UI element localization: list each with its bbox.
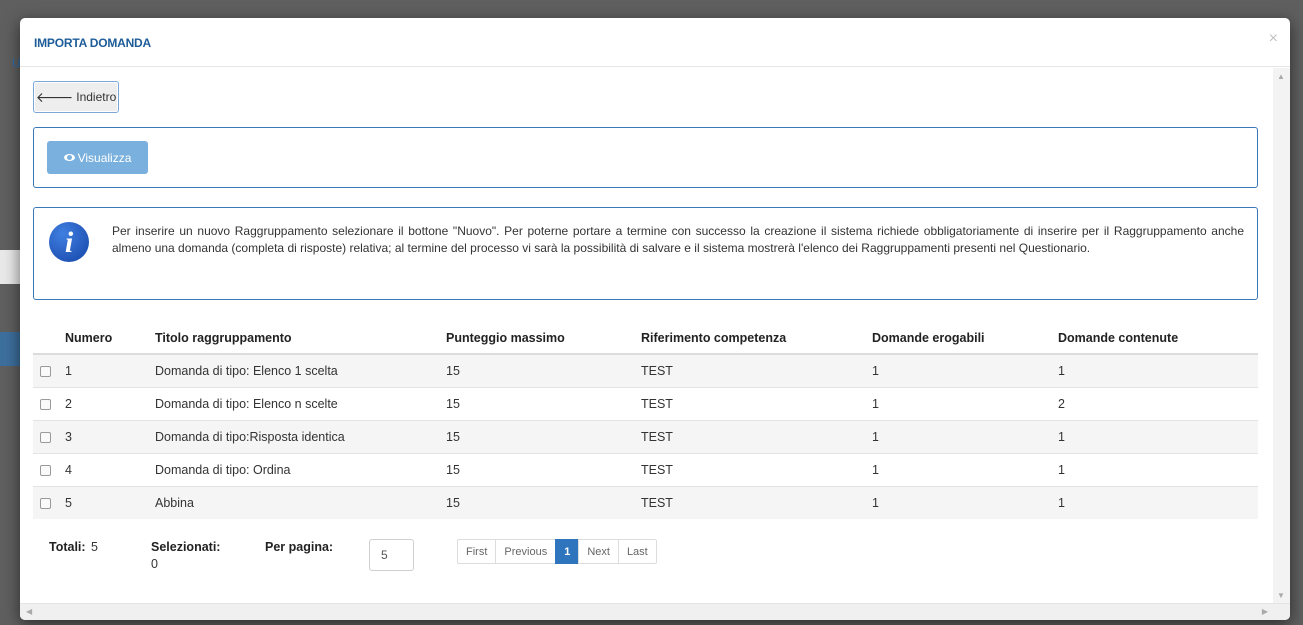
table-header-row: Numero Titolo raggruppamento Punteggio m… — [33, 323, 1258, 355]
select-column-header — [33, 323, 65, 355]
row-checkbox[interactable] — [40, 497, 51, 509]
scroll-left-icon[interactable]: ◀ — [26, 607, 32, 616]
table-row[interactable]: 1 Domanda di tipo: Elenco 1 scelta 15 TE… — [33, 353, 1258, 387]
table-footer: Totali: 5 Selezionati: 0 Per pagina: 5 F… — [20, 535, 1290, 595]
cell-punteggio: 15 — [446, 485, 641, 519]
pagination: First Previous 1 Next Last — [457, 539, 657, 564]
cell-punteggio: 15 — [446, 353, 641, 387]
cell-contenute: 1 — [1058, 452, 1258, 486]
cell-punteggio: 15 — [446, 419, 641, 453]
background-row — [0, 332, 20, 366]
column-header-punteggio[interactable]: Punteggio massimo — [446, 323, 641, 355]
cell-titolo: Domanda di tipo: Ordina — [155, 452, 446, 486]
row-checkbox-cell — [33, 485, 65, 519]
vertical-scrollbar[interactable]: ▲ ▼ — [1273, 68, 1290, 604]
per-page-input[interactable]: 5 — [369, 539, 414, 571]
pager-last[interactable]: Last — [617, 539, 657, 564]
info-icon-glyph: i — [64, 226, 74, 259]
cell-contenute: 1 — [1058, 353, 1258, 387]
horizontal-scrollbar[interactable]: ◀ ▶ — [20, 603, 1290, 620]
row-checkbox-cell — [33, 386, 65, 420]
cell-riferimento: TEST — [641, 452, 872, 486]
cell-titolo: Domanda di tipo:Risposta identica — [155, 419, 446, 453]
cell-titolo: Abbina — [155, 485, 446, 519]
close-icon[interactable]: × — [1269, 31, 1278, 47]
cell-numero: 2 — [65, 386, 155, 420]
pager-page-current[interactable]: 1 — [555, 539, 580, 564]
cell-titolo: Domanda di tipo: Elenco 1 scelta — [155, 353, 446, 387]
cell-contenute: 1 — [1058, 485, 1258, 519]
row-checkbox[interactable] — [40, 365, 51, 377]
cell-titolo: Domanda di tipo: Elenco n scelte — [155, 386, 446, 420]
actions-panel: Visualizza — [33, 127, 1258, 188]
cell-punteggio: 15 — [446, 452, 641, 486]
cell-riferimento: TEST — [641, 419, 872, 453]
row-checkbox-cell — [33, 452, 65, 486]
pager-previous[interactable]: Previous — [495, 539, 557, 564]
cell-riferimento: TEST — [641, 386, 872, 420]
cell-contenute: 2 — [1058, 386, 1258, 420]
totals-label: Totali: — [49, 540, 86, 554]
row-checkbox-cell — [33, 353, 65, 387]
row-checkbox[interactable] — [40, 398, 51, 410]
pager-next[interactable]: Next — [578, 539, 619, 564]
table-row[interactable]: 5 Abbina 15 TEST 1 1 — [33, 485, 1258, 519]
modal-body: 🡐 Indietro Visualizza i Per inserire un … — [20, 68, 1290, 604]
row-checkbox[interactable] — [40, 431, 51, 443]
column-header-erogabili[interactable]: Domande erogabili — [872, 323, 1058, 355]
column-header-riferimento[interactable]: Riferimento competenza — [641, 323, 872, 355]
groupings-table: Numero Titolo raggruppamento Punteggio m… — [33, 323, 1258, 519]
cell-contenute: 1 — [1058, 419, 1258, 453]
modal-title: IMPORTA DOMANDA — [34, 36, 151, 50]
back-button[interactable]: 🡐 Indietro — [33, 81, 119, 113]
arrow-left-icon: 🡐 — [35, 89, 74, 105]
cell-erogabili: 1 — [872, 386, 1058, 420]
info-icon: i — [49, 222, 89, 262]
per-page-label: Per pagina: — [265, 540, 334, 554]
cell-riferimento: TEST — [641, 485, 872, 519]
scroll-up-icon[interactable]: ▲ — [1277, 72, 1285, 81]
cell-numero: 5 — [65, 485, 155, 519]
row-checkbox-cell — [33, 419, 65, 453]
background-row — [0, 250, 20, 284]
view-button-label: Visualizza — [77, 150, 132, 165]
column-header-contenute[interactable]: Domande contenute — [1058, 323, 1258, 355]
info-text: Per inserire un nuovo Raggruppamento sel… — [112, 224, 1244, 255]
column-header-numero[interactable]: Numero — [65, 323, 155, 355]
cell-erogabili: 1 — [872, 419, 1058, 453]
modal-header: IMPORTA DOMANDA × — [20, 18, 1290, 67]
cell-erogabili: 1 — [872, 452, 1058, 486]
cell-erogabili: 1 — [872, 485, 1058, 519]
import-question-modal: IMPORTA DOMANDA × 🡐 Indietro Visualizza … — [20, 18, 1290, 620]
scroll-down-icon[interactable]: ▼ — [1277, 591, 1285, 600]
cell-numero: 4 — [65, 452, 155, 486]
cell-erogabili: 1 — [872, 353, 1058, 387]
pager-first[interactable]: First — [457, 539, 497, 564]
selected-label: Selezionati: — [151, 540, 221, 554]
back-button-label: Indietro — [76, 90, 117, 104]
cell-riferimento: TEST — [641, 353, 872, 387]
view-button[interactable]: Visualizza — [47, 141, 148, 174]
cell-numero: 1 — [65, 353, 155, 387]
info-panel: i Per inserire un nuovo Raggruppamento s… — [33, 207, 1258, 300]
table-row[interactable]: 3 Domanda di tipo:Risposta identica 15 T… — [33, 419, 1258, 453]
table-row[interactable]: 2 Domanda di tipo: Elenco n scelte 15 TE… — [33, 386, 1258, 420]
scroll-right-icon[interactable]: ▶ — [1262, 607, 1268, 616]
table-row[interactable]: 4 Domanda di tipo: Ordina 15 TEST 1 1 — [33, 452, 1258, 486]
selected-value: 0 — [151, 557, 158, 571]
row-checkbox[interactable] — [40, 464, 51, 476]
totals-value: 5 — [91, 540, 98, 554]
cell-numero: 3 — [65, 419, 155, 453]
eye-icon — [63, 154, 75, 161]
column-header-titolo[interactable]: Titolo raggruppamento — [155, 323, 446, 355]
cell-punteggio: 15 — [446, 386, 641, 420]
